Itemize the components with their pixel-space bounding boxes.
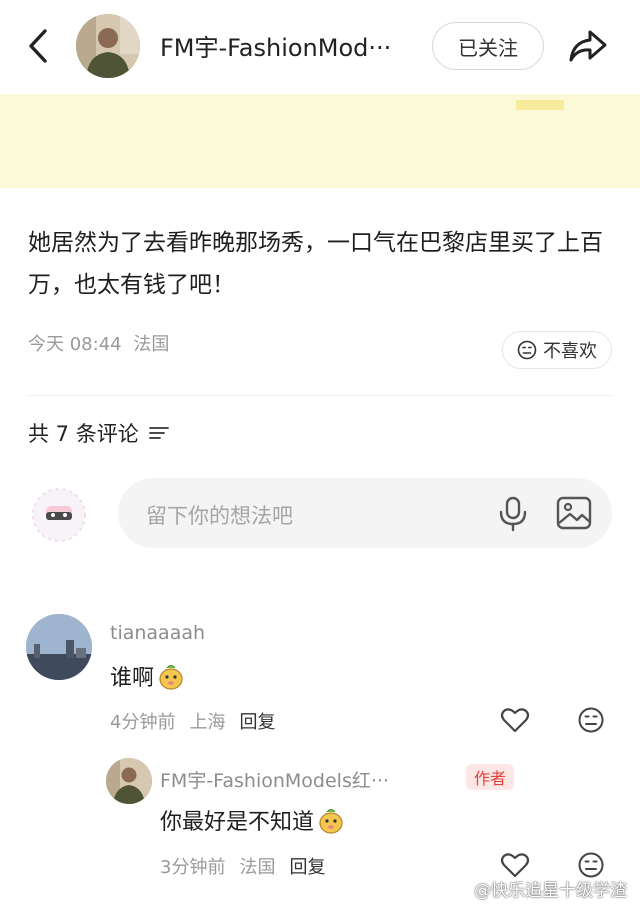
- frown-face-icon: [517, 340, 537, 360]
- my-avatar[interactable]: [24, 484, 94, 546]
- reply-text-content: 你最好是不知道: [160, 810, 315, 835]
- comment-text-content: 谁啊: [110, 666, 155, 691]
- comment-time: 4分钟前: [110, 712, 176, 733]
- author-avatar[interactable]: [76, 14, 140, 78]
- watermark: @快乐追星十级学渣: [474, 881, 627, 901]
- commenter-name[interactable]: tianaaaah: [110, 622, 205, 644]
- comment-input[interactable]: 留下你的想法吧: [118, 478, 612, 548]
- comment-location: 上海: [189, 712, 226, 733]
- sort-icon: [148, 427, 169, 439]
- image-icon[interactable]: [556, 495, 592, 531]
- reply-meta: 3分钟前 法国 回复: [160, 853, 325, 879]
- reply-author-avatar[interactable]: [106, 758, 152, 804]
- back-button[interactable]: [20, 24, 56, 68]
- comment-input-placeholder: 留下你的想法吧: [146, 504, 293, 528]
- share-icon: [569, 30, 607, 62]
- emoji-sticker-icon: [159, 665, 183, 690]
- divider: [28, 395, 612, 396]
- heart-icon[interactable]: [500, 851, 530, 879]
- comment-text: 谁啊: [110, 660, 184, 692]
- author-name[interactable]: FM宇-FashionMod···: [160, 28, 410, 63]
- banner-mark: [516, 100, 564, 110]
- reply-location: 法国: [239, 857, 276, 878]
- frown-face-icon[interactable]: [577, 851, 605, 879]
- commenter-avatar[interactable]: [26, 614, 92, 680]
- frown-face-icon[interactable]: [577, 706, 605, 734]
- image-banner: [0, 94, 640, 188]
- emoji-sticker-icon: [319, 809, 343, 834]
- reply-button[interactable]: 回复: [289, 853, 325, 879]
- post-time: 今天 08:44: [28, 334, 122, 355]
- post-meta: 今天 08:44 法国: [28, 330, 169, 356]
- comment-count-label: 共 7 条评论: [28, 422, 139, 446]
- chevron-left-icon: [29, 29, 47, 63]
- reply-time: 3分钟前: [160, 857, 226, 878]
- post-text: 她居然为了去看昨晚那场秀，一口气在巴黎店里买了上百万，也太有钱了吧！: [28, 230, 603, 298]
- dislike-button[interactable]: 不喜欢: [502, 331, 612, 369]
- top-bar: FM宇-FashionMod··· 已关注: [0, 0, 640, 94]
- comment-count[interactable]: 共 7 条评论: [28, 418, 169, 448]
- author-badge: 作者: [466, 764, 514, 790]
- follow-button[interactable]: 已关注: [432, 22, 544, 70]
- reply-author-name[interactable]: FM宇-FashionModels红···: [160, 766, 442, 793]
- reply-button[interactable]: 回复: [239, 708, 275, 734]
- dislike-label: 不喜欢: [543, 341, 597, 362]
- heart-icon[interactable]: [500, 706, 530, 734]
- microphone-icon[interactable]: [496, 496, 530, 532]
- comment-meta: 4分钟前 上海 回复: [110, 708, 275, 734]
- reply-text: 你最好是不知道: [160, 804, 344, 836]
- post-location: 法国: [133, 334, 170, 355]
- share-button[interactable]: [566, 24, 610, 68]
